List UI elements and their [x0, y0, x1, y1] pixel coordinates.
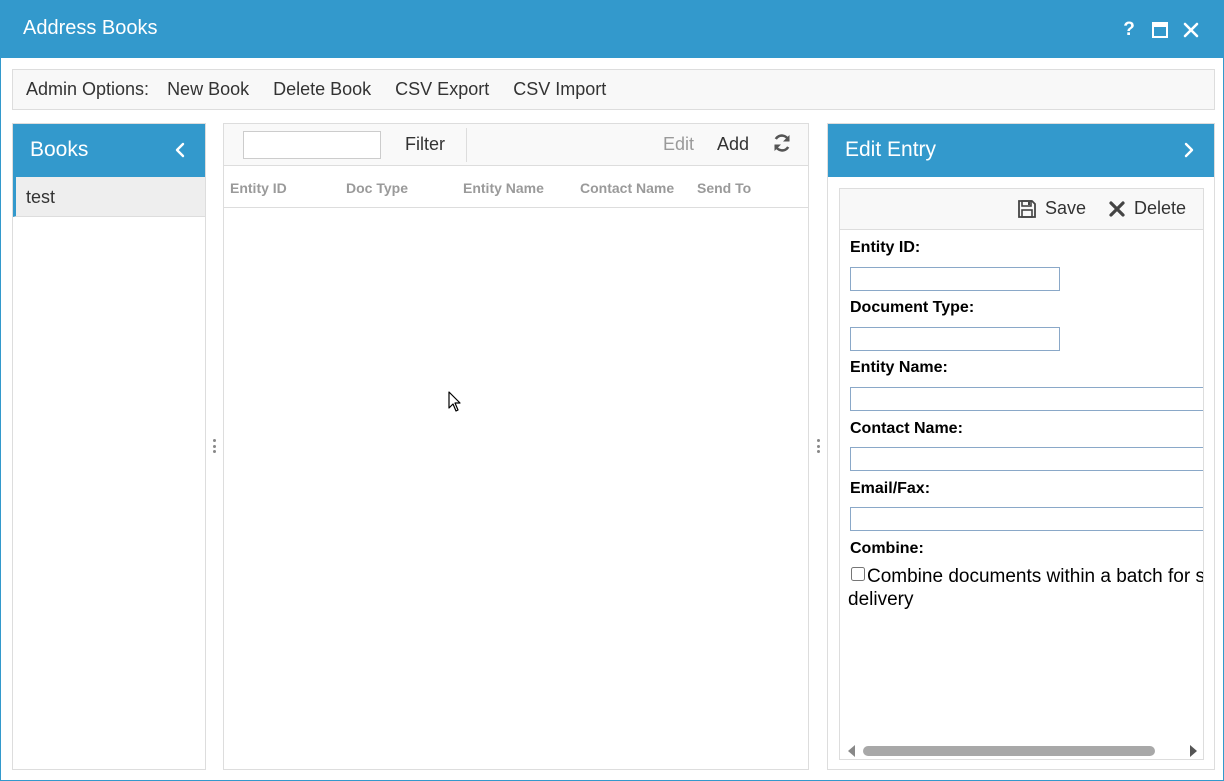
- document-type-label: Document Type:: [850, 299, 975, 316]
- splitter-dot: [212, 444, 216, 448]
- help-button[interactable]: ?: [1118, 19, 1140, 41]
- edit-entry-button[interactable]: Edit: [663, 134, 694, 155]
- filter-button[interactable]: Filter: [405, 134, 445, 155]
- save-icon: [1018, 199, 1036, 218]
- chevron-right-icon: [1184, 142, 1194, 158]
- edit-entry-header: Edit Entry: [828, 124, 1214, 177]
- contact-name-input[interactable]: [850, 447, 1203, 471]
- window-title: Address Books: [23, 17, 158, 39]
- splitter-dot: [816, 444, 820, 448]
- refresh-button[interactable]: [772, 133, 792, 158]
- splitter-left[interactable]: [212, 439, 216, 453]
- edit-entry-toolbar: Save Delete: [840, 189, 1203, 230]
- filter-input[interactable]: [243, 131, 381, 159]
- title-bar: Address Books ?: [1, 1, 1223, 58]
- delete-button[interactable]: Delete: [1108, 198, 1186, 219]
- entity-name-label: Entity Name:: [850, 359, 948, 376]
- grid-toolbar: Filter Edit Add: [224, 124, 808, 166]
- combine-text: Combine documents within a batch for sin…: [848, 566, 1203, 610]
- splitter-dot: [816, 439, 820, 442]
- books-title: Books: [30, 138, 89, 161]
- csv-import-button[interactable]: CSV Import: [501, 79, 618, 100]
- entity-name-input[interactable]: [850, 387, 1203, 411]
- edit-entry-panel: Edit Entry Save Delete Entity ID: Docume…: [827, 123, 1215, 770]
- book-item-test[interactable]: test: [13, 177, 205, 217]
- entity-id-input[interactable]: [850, 267, 1060, 291]
- column-doc-type[interactable]: Doc Type: [346, 180, 408, 196]
- close-button[interactable]: [1180, 19, 1202, 41]
- add-entry-button[interactable]: Add: [717, 134, 749, 155]
- refresh-icon: [774, 134, 790, 152]
- edit-entry-form: Save Delete Entity ID: Document Type: En…: [839, 188, 1204, 760]
- expand-edit-button[interactable]: [1178, 139, 1200, 161]
- email-fax-input[interactable]: [850, 507, 1203, 531]
- maximize-button[interactable]: [1149, 19, 1171, 41]
- splitter-right[interactable]: [816, 439, 820, 453]
- combine-checkbox[interactable]: [851, 567, 865, 581]
- help-icon: ?: [1123, 19, 1135, 40]
- grid-header: Entity ID Doc Type Entity Name Contact N…: [224, 166, 808, 208]
- times-icon: [1109, 200, 1125, 217]
- admin-toolbar: Admin Options: New Book Delete Book CSV …: [12, 69, 1215, 110]
- edit-entry-title: Edit Entry: [845, 138, 937, 161]
- document-type-input[interactable]: [850, 327, 1060, 351]
- scroll-left-arrow-icon[interactable]: [848, 745, 855, 757]
- column-entity-id[interactable]: Entity ID: [230, 180, 287, 196]
- grid-body: [224, 208, 808, 768]
- mouse-cursor-icon: [448, 391, 461, 412]
- books-panel-header: Books: [13, 124, 205, 177]
- combine-label: Combine:: [850, 540, 924, 557]
- column-contact-name[interactable]: Contact Name: [580, 180, 674, 196]
- close-icon: [1183, 22, 1199, 38]
- entity-id-label: Entity ID:: [850, 239, 921, 256]
- combine-option: Combine documents within a batch for sin…: [848, 565, 1203, 611]
- maximize-icon: [1152, 22, 1168, 38]
- save-label: Save: [1045, 198, 1087, 218]
- delete-label: Delete: [1134, 198, 1187, 218]
- toolbar-divider: [466, 128, 467, 162]
- splitter-dot: [212, 450, 216, 453]
- email-fax-label: Email/Fax:: [850, 480, 931, 497]
- books-panel: Books test: [12, 123, 206, 770]
- scroll-right-arrow-icon[interactable]: [1190, 745, 1197, 757]
- delete-book-button[interactable]: Delete Book: [261, 79, 383, 100]
- column-send-to[interactable]: Send To: [697, 180, 751, 196]
- chevron-left-icon: [175, 142, 185, 158]
- contact-name-label: Contact Name:: [850, 420, 963, 437]
- new-book-button[interactable]: New Book: [155, 79, 261, 100]
- splitter-dot: [816, 450, 820, 453]
- admin-options-label: Admin Options:: [26, 79, 150, 99]
- entries-grid-panel: Filter Edit Add Entity ID Doc Type Entit…: [223, 123, 809, 770]
- csv-export-button[interactable]: CSV Export: [383, 79, 501, 100]
- scrollbar-thumb[interactable]: [863, 746, 1155, 756]
- column-entity-name[interactable]: Entity Name: [463, 180, 544, 196]
- horizontal-scrollbar[interactable]: [840, 741, 1203, 759]
- splitter-dot: [212, 439, 216, 442]
- collapse-books-button[interactable]: [169, 139, 191, 161]
- address-books-window: Address Books ? Admin Options: New Book …: [0, 0, 1224, 781]
- save-button[interactable]: Save: [1017, 198, 1086, 219]
